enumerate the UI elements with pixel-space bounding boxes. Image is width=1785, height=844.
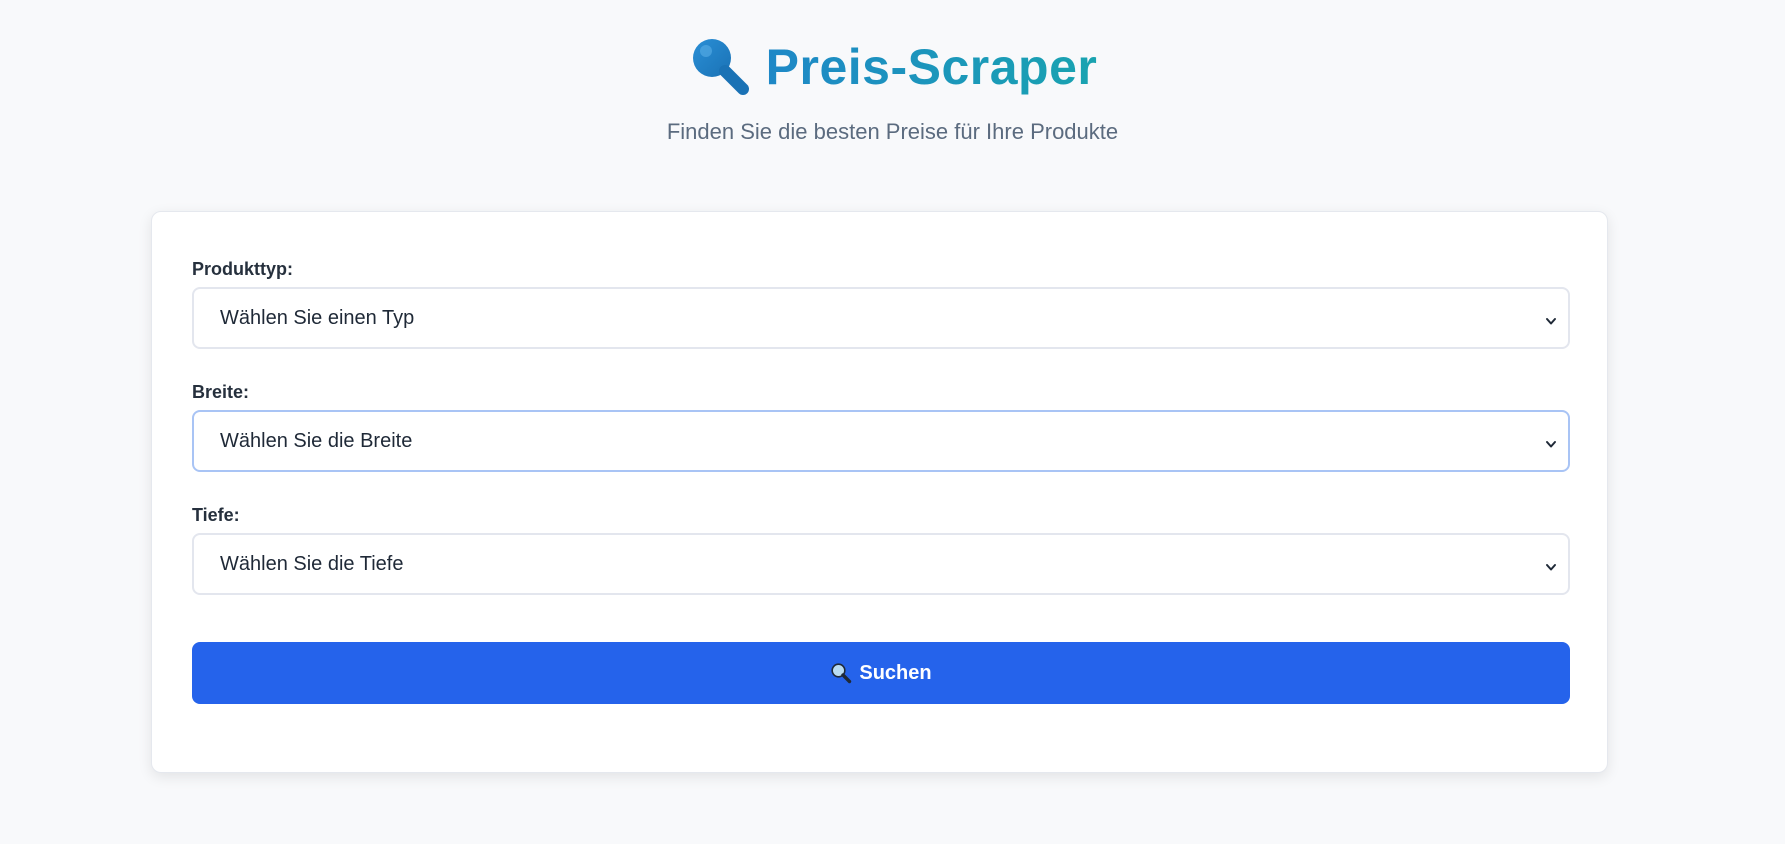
width-label: Breite:: [192, 382, 250, 402]
product-type-selected-value: Wählen Sie einen Typ: [220, 306, 415, 329]
page-header: Preis-Scraper Finden Sie die besten Prei…: [0, 32, 1785, 146]
product-type-select[interactable]: Wählen Sie einen Typ: [192, 287, 1570, 349]
chevron-down-icon: [1544, 434, 1558, 448]
search-button[interactable]: Suchen: [192, 642, 1570, 704]
depth-field: Tiefe: Wählen Sie die Tiefe: [192, 504, 1570, 595]
magnifier-icon: [830, 662, 852, 684]
product-type-field: Produkttyp: Wählen Sie einen Typ: [192, 258, 1570, 349]
product-type-label: Produkttyp:: [192, 259, 293, 279]
chevron-down-icon: [1544, 557, 1558, 571]
search-form-card: Produkttyp: Wählen Sie einen Typ Breite:…: [151, 211, 1608, 773]
width-selected-value: Wählen Sie die Breite: [220, 429, 413, 452]
page-subtitle: Finden Sie die besten Preise für Ihre Pr…: [666, 119, 1119, 144]
width-field: Breite: Wählen Sie die Breite: [192, 381, 1570, 472]
width-select[interactable]: Wählen Sie die Breite: [192, 410, 1570, 472]
magnifier-icon: [688, 34, 754, 100]
depth-label: Tiefe:: [192, 505, 240, 525]
search-button-label: Suchen: [859, 661, 932, 684]
title-row: Preis-Scraper: [0, 32, 1785, 102]
page-title: Preis-Scraper: [766, 32, 1098, 102]
depth-select[interactable]: Wählen Sie die Tiefe: [192, 533, 1570, 595]
chevron-down-icon: [1544, 311, 1558, 325]
depth-selected-value: Wählen Sie die Tiefe: [220, 552, 404, 575]
